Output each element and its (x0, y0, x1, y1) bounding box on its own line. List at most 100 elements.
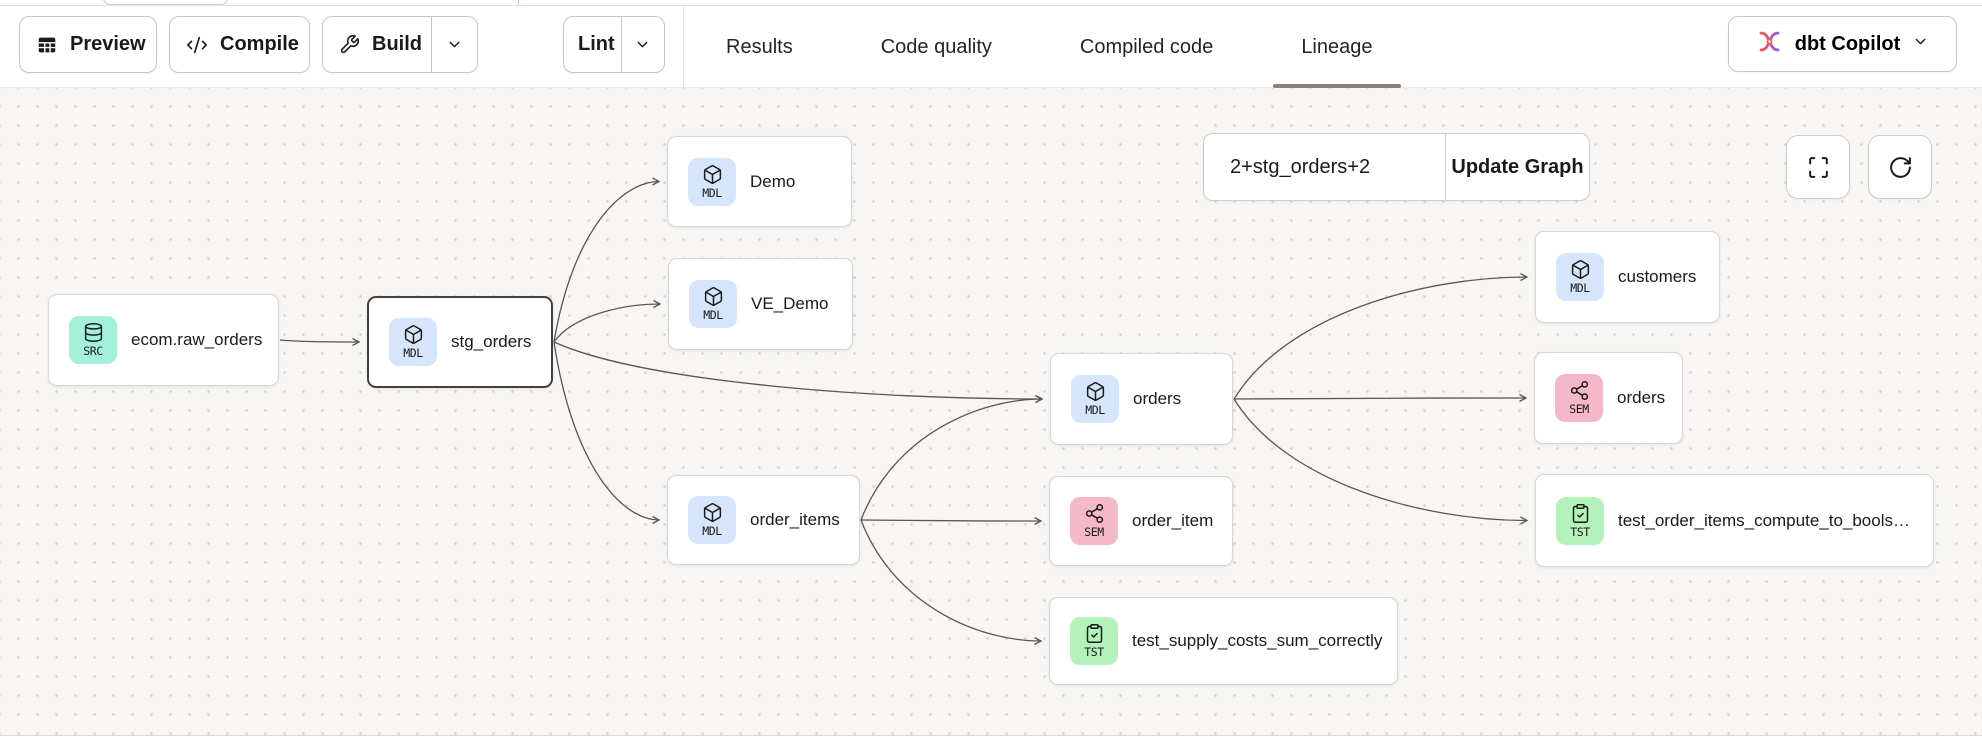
sem-badge: SEM (1070, 497, 1118, 545)
preview-button[interactable]: Preview (19, 16, 157, 73)
compile-button-label: Compile (220, 33, 299, 56)
lineage-edge (861, 399, 1042, 520)
copilot-button-label: dbt Copilot (1795, 33, 1901, 56)
share-icon (1084, 503, 1105, 524)
node-label: orders (1617, 388, 1679, 408)
lineage-selector-input[interactable] (1204, 134, 1445, 200)
badge-label: MDL (702, 186, 722, 200)
bottom-strip (0, 735, 1982, 748)
divider-tick (518, 0, 519, 5)
lineage-edges (0, 88, 1982, 735)
mdl-badge: MDL (689, 280, 737, 328)
lineage-canvas[interactable]: SRCecom.raw_ordersMDLstg_ordersMDLDemoMD… (0, 88, 1982, 735)
node-label: ecom.raw_orders (131, 330, 276, 350)
cube-icon (1570, 259, 1591, 280)
node-label: orders (1133, 389, 1195, 409)
mdl-badge: MDL (389, 318, 437, 366)
update-graph-button[interactable]: Update Graph (1446, 134, 1589, 200)
editor-tab-edge (103, 0, 228, 5)
lineage-edge (554, 342, 659, 520)
badge-label: SEM (1569, 402, 1589, 416)
lineage-node-customers[interactable]: MDL customers (1535, 231, 1720, 323)
preview-button-label: Preview (70, 33, 146, 56)
mdl-badge: MDL (1556, 253, 1604, 301)
lineage-edge (280, 340, 359, 342)
badge-label: SRC (83, 344, 103, 358)
node-label: order_item (1132, 511, 1227, 531)
sem-badge: SEM (1555, 374, 1603, 422)
node-label: customers (1618, 267, 1710, 287)
tab-lineage[interactable]: Lineage (1301, 6, 1372, 88)
badge-label: MDL (702, 524, 722, 538)
node-label: test_order_items_compute_to_bools_c... (1618, 511, 1933, 531)
tab-code-quality[interactable]: Code quality (881, 6, 992, 88)
build-button-label: Build (372, 33, 422, 56)
cube-icon (1085, 381, 1106, 402)
chevron-down-icon (446, 36, 463, 53)
badge-label: MDL (1570, 281, 1590, 295)
badge-label: MDL (403, 346, 423, 360)
refresh-button[interactable] (1868, 135, 1932, 199)
chevron-down-icon (1912, 33, 1929, 56)
lineage-edge (554, 342, 1042, 399)
badge-label: TST (1570, 525, 1590, 539)
cube-icon (702, 502, 723, 523)
lineage-node-demo[interactable]: MDL Demo (667, 136, 852, 227)
tst-badge: TST (1070, 617, 1118, 665)
refresh-icon (1888, 155, 1913, 180)
badge-label: MDL (703, 308, 723, 322)
cube-icon (703, 286, 724, 307)
fullscreen-button[interactable] (1786, 135, 1850, 199)
lineage-node-orders_sem[interactable]: SEM orders (1534, 352, 1683, 444)
lineage-node-src_raw_orders[interactable]: SRC ecom.raw_orders (48, 294, 279, 386)
node-label: test_supply_costs_sum_correctly (1132, 631, 1396, 651)
badge-label: SEM (1084, 525, 1104, 539)
badge-label: MDL (1085, 403, 1105, 417)
lint-split-button: Lint (563, 16, 665, 73)
clipboard-check-icon (1084, 623, 1105, 644)
cube-icon (702, 164, 723, 185)
lineage-node-order_items[interactable]: MDL order_items (667, 475, 860, 565)
lineage-node-stg_orders[interactable]: MDL stg_orders (367, 296, 553, 388)
compile-button[interactable]: Compile (169, 16, 310, 73)
chevron-down-icon (634, 36, 651, 53)
badge-label: TST (1084, 645, 1104, 659)
node-label: Demo (750, 172, 809, 192)
lineage-edge (1234, 277, 1527, 399)
lineage-edge (554, 182, 659, 343)
node-label: stg_orders (451, 332, 545, 352)
build-dropdown-button[interactable] (431, 17, 477, 72)
result-tabs: Results Code quality Compiled code Linea… (726, 6, 1373, 88)
node-label: VE_Demo (751, 294, 842, 314)
mdl-badge: MDL (1071, 375, 1119, 423)
table-icon (36, 34, 58, 56)
mdl-badge: MDL (688, 496, 736, 544)
toolbar-divider (683, 6, 684, 88)
clipboard-check-icon (1570, 503, 1591, 524)
lint-button-label: Lint (578, 33, 615, 56)
node-label: order_items (750, 510, 854, 530)
lineage-node-order_item_sem[interactable]: SEM order_item (1049, 476, 1233, 566)
database-icon (83, 322, 104, 343)
code-icon (186, 34, 208, 56)
dbt-copilot-button[interactable]: dbt Copilot (1728, 16, 1957, 72)
lineage-selector: Update Graph (1203, 133, 1590, 201)
lineage-edge (554, 304, 660, 342)
lineage-node-test_supply[interactable]: TST test_supply_costs_sum_correctly (1049, 597, 1398, 685)
lineage-edge (1234, 398, 1526, 399)
lint-dropdown-button[interactable] (621, 17, 665, 72)
lineage-edge (861, 520, 1041, 641)
lineage-edge (1234, 399, 1527, 521)
lineage-node-orders_mdl[interactable]: MDL orders (1050, 353, 1233, 445)
maximize-icon (1806, 155, 1831, 180)
lineage-node-ve_demo[interactable]: MDL VE_Demo (668, 258, 853, 350)
tab-results[interactable]: Results (726, 6, 793, 88)
share-icon (1569, 380, 1590, 401)
tst-badge: TST (1556, 497, 1604, 545)
tab-compiled-code[interactable]: Compiled code (1080, 6, 1213, 88)
src-badge: SRC (69, 316, 117, 364)
lineage-node-test_order_items[interactable]: TST test_order_items_compute_to_bools_c..… (1535, 474, 1934, 567)
lint-button[interactable]: Lint (564, 17, 621, 72)
build-split-button: Build (322, 16, 478, 73)
build-button[interactable]: Build (323, 17, 431, 72)
